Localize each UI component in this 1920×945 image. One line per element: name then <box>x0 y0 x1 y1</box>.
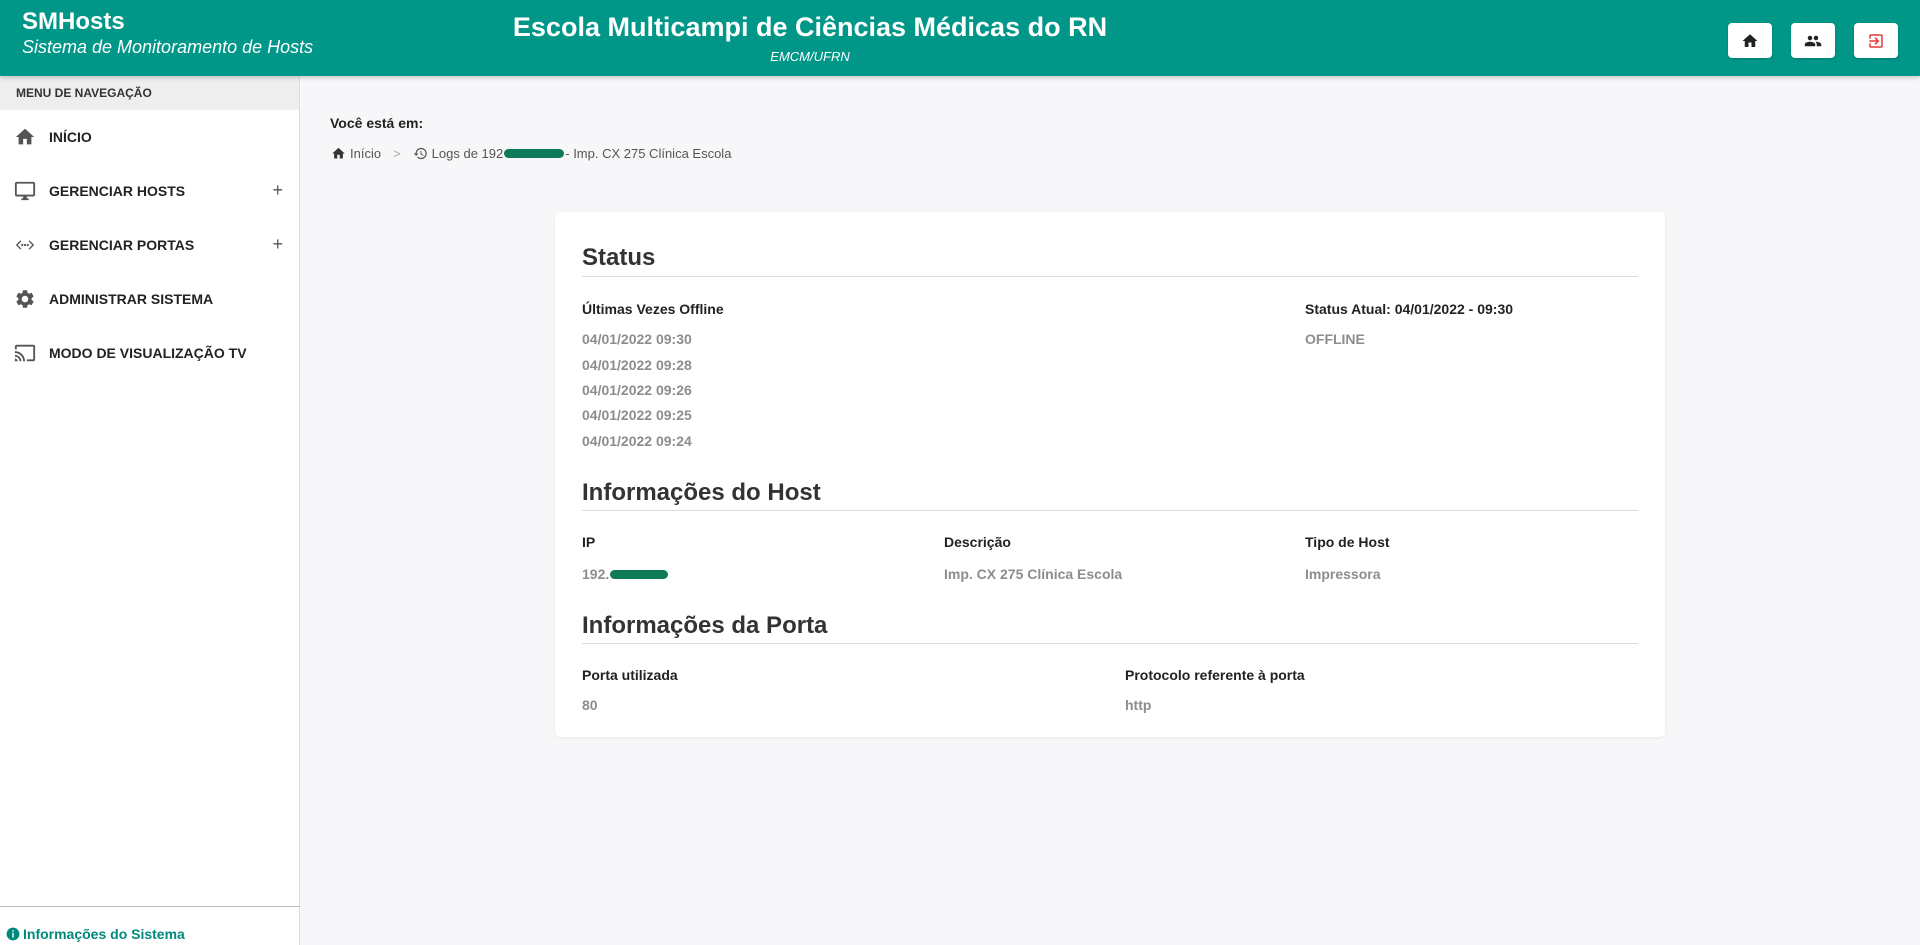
cast-icon <box>14 342 36 364</box>
sidebar-item-label: INÍCIO <box>49 129 92 145</box>
system-info-label: Informações do Sistema <box>23 925 185 942</box>
sidebar: MENU DE NAVEGAÇÃO INÍCIO GERENCIAR HOSTS… <box>0 76 300 945</box>
host-type-value: Impressora <box>1305 566 1381 582</box>
section-divider <box>582 276 1638 277</box>
logout-button[interactable] <box>1854 23 1898 58</box>
offline-time: 04/01/2022 09:25 <box>582 407 692 423</box>
institution-title-block: Escola Multicampi de Ciências Médicas do… <box>440 10 1180 66</box>
brand: SMHosts Sistema de Monitoramento de Host… <box>22 8 313 58</box>
sidebar-item-label: GERENCIAR PORTAS <box>49 237 195 253</box>
current-status-label: Status Atual: 04/01/2022 - 09:30 <box>1305 301 1514 317</box>
offline-time: 04/01/2022 09:24 <box>582 433 692 449</box>
offline-time: 04/01/2022 09:28 <box>582 357 692 373</box>
sidebar-item-administrar-sistema[interactable]: ADMINISTRAR SISTEMA <box>0 272 299 326</box>
current-status-value: OFFLINE <box>1305 331 1365 347</box>
people-icon <box>1804 35 1822 46</box>
sidebar-item-inicio[interactable]: INÍCIO <box>0 110 299 164</box>
description-label: Descrição <box>944 534 1011 550</box>
expand-plus-icon[interactable]: + <box>272 235 283 253</box>
institution-short: EMCM/UFRN <box>770 49 850 64</box>
breadcrumb-current: Logs de 192 - Imp. CX 275 Clínica Escola <box>413 146 732 161</box>
redaction-mark <box>610 569 669 579</box>
home-icon <box>14 126 36 148</box>
home-icon <box>332 147 345 159</box>
section-divider <box>582 643 1638 644</box>
host-info-title: Informações do Host <box>582 479 821 506</box>
sidebar-item-gerenciar-hosts[interactable]: GERENCIAR HOSTS + <box>0 164 299 218</box>
app-title: SMHosts <box>22 8 125 35</box>
offline-time: 04/01/2022 09:30 <box>582 331 692 347</box>
info-icon <box>6 927 20 940</box>
redaction-mark <box>504 149 565 158</box>
description-value: Imp. CX 275 Clínica Escola <box>944 566 1123 582</box>
breadcrumb-home[interactable]: Início <box>331 146 381 161</box>
top-header: SMHosts Sistema de Monitoramento de Host… <box>0 0 1920 76</box>
section-divider <box>582 510 1638 511</box>
sidebar-item-gerenciar-portas[interactable]: GERENCIAR PORTAS + <box>0 218 299 272</box>
institution-title: Escola Multicampi de Ciências Médicas do… <box>512 12 1108 42</box>
home-button[interactable] <box>1728 23 1772 58</box>
history-icon <box>413 147 427 160</box>
logout-icon <box>1869 33 1883 48</box>
host-log-card: Status Últimas Vezes Offline 04/01/2022 … <box>555 212 1665 737</box>
breadcrumb-separator: > <box>393 146 401 161</box>
monitor-icon <box>14 180 36 202</box>
protocol-value: http <box>1125 697 1152 713</box>
breadcrumb-current-suffix: - Imp. CX 275 Clínica Escola <box>565 146 732 161</box>
breadcrumb: Início > Logs de 192 - Imp. CX 275 Clíni… <box>331 146 731 161</box>
sidebar-item-label: GERENCIAR HOSTS <box>49 183 186 199</box>
offline-history-label: Últimas Vezes Offline <box>582 301 724 317</box>
users-button[interactable] <box>1791 23 1835 58</box>
sidebar-item-label: ADMINISTRAR SISTEMA <box>49 291 214 307</box>
app-subtitle: Sistema de Monitoramento de Hosts <box>22 37 314 57</box>
gear-icon <box>14 288 36 310</box>
ip-value: 192. <box>582 566 610 582</box>
ports-icon <box>14 234 36 256</box>
breadcrumb-title: Você está em: <box>330 115 424 131</box>
offline-time: 04/01/2022 09:26 <box>582 382 692 398</box>
port-value: 80 <box>582 697 598 713</box>
port-info-title: Informações da Porta <box>582 612 828 639</box>
expand-plus-icon[interactable]: + <box>272 181 283 199</box>
ip-label: IP <box>582 534 596 550</box>
status-title: Status <box>582 244 656 271</box>
home-icon <box>1742 33 1758 47</box>
menu-header: MENU DE NAVEGAÇÃO <box>0 76 299 110</box>
system-info-link[interactable]: Informações do Sistema <box>0 906 300 945</box>
ip-value-wrap: 192. <box>582 566 669 582</box>
breadcrumb-current-prefix: Logs de 192 <box>431 146 504 161</box>
sidebar-item-modo-tv[interactable]: MODO DE VISUALIZAÇÃO TV <box>0 326 299 380</box>
port-label: Porta utilizada <box>582 667 678 683</box>
breadcrumb-home-label: Início <box>350 146 382 161</box>
host-type-label: Tipo de Host <box>1305 534 1390 550</box>
sidebar-item-label: MODO DE VISUALIZAÇÃO TV <box>49 345 247 361</box>
protocol-label: Protocolo referente à porta <box>1125 667 1305 683</box>
